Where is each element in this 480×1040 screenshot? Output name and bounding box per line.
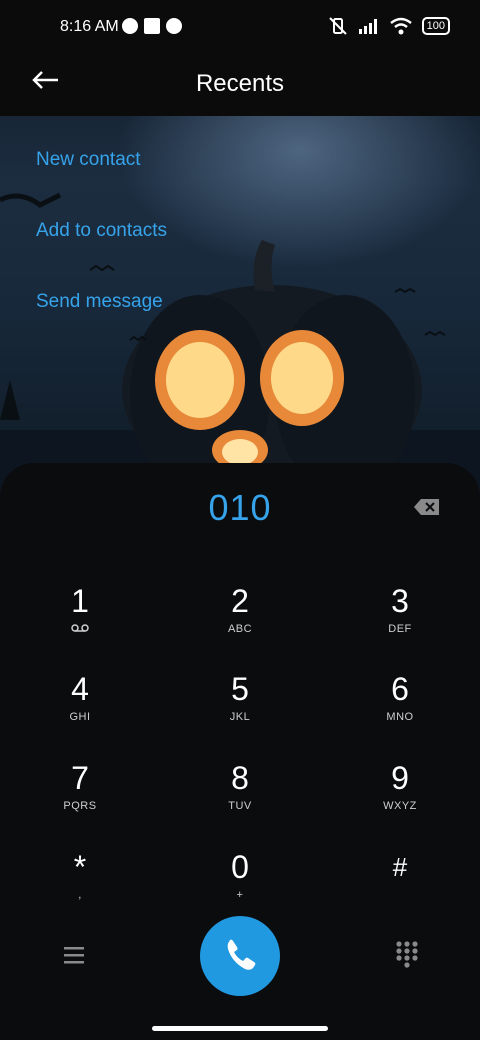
key-digit: 2	[231, 583, 249, 619]
key-hash[interactable]: #	[340, 849, 460, 929]
key-digit: 5	[231, 671, 249, 707]
hamburger-icon[interactable]	[60, 941, 88, 969]
phone-icon	[227, 939, 256, 970]
notification-icons	[122, 18, 182, 34]
key-letters: ,	[78, 889, 82, 901]
app-notification-icon	[122, 18, 138, 34]
key-digit: 9	[391, 760, 409, 796]
key-2[interactable]: 2 ABC	[180, 583, 300, 663]
signal-icon	[358, 19, 377, 34]
key-letters: PQRS	[63, 800, 97, 812]
key-digit: *	[73, 849, 87, 885]
key-digit: 6	[391, 671, 409, 707]
square-notification-icon	[144, 18, 160, 34]
new-contact-link[interactable]: New contact	[36, 149, 141, 171]
home-indicator[interactable]	[152, 1026, 328, 1031]
key-letters: MNO	[386, 711, 414, 723]
key-8[interactable]: 8 TUV	[180, 760, 300, 840]
status-right-icons: 100	[328, 16, 450, 36]
key-digit: 7	[71, 760, 89, 796]
key-1[interactable]: 1	[20, 583, 140, 663]
key-digit: 1	[71, 583, 89, 619]
key-digit: 3	[391, 583, 409, 619]
key-digit: 8	[231, 760, 249, 796]
key-6[interactable]: 6 MNO	[340, 671, 460, 751]
dialer-panel: 010 1 2 ABC 3 DEF 4 GHI 5 JKL 6 MNO 7 PQ…	[0, 463, 480, 1040]
key-letters: TUV	[228, 800, 252, 812]
key-letters: +	[236, 889, 244, 901]
key-letters: JKL	[229, 711, 251, 723]
status-time: 8:16 AM	[60, 18, 119, 35]
battery-indicator: 100	[421, 17, 450, 35]
key-4[interactable]: 4 GHI	[20, 671, 140, 751]
page-title: Recents	[195, 70, 285, 97]
key-letters: GHI	[69, 711, 91, 723]
wifi-icon	[389, 17, 412, 35]
key-digit: 0	[231, 849, 249, 885]
call-button[interactable]	[200, 916, 280, 996]
key-letters: WXYZ	[383, 800, 417, 812]
key-star[interactable]: * ,	[20, 849, 140, 929]
key-7[interactable]: 7 PQRS	[20, 760, 140, 840]
voicemail-icon	[71, 624, 89, 632]
key-digit: 4	[71, 671, 89, 707]
dialed-number: 010	[208, 487, 272, 528]
key-letters: ABC	[227, 623, 253, 635]
keypad-icon[interactable]	[393, 939, 421, 971]
app-bar: Recents	[0, 56, 480, 116]
backspace-icon[interactable]	[413, 498, 441, 516]
send-message-link[interactable]: Send message	[36, 291, 163, 313]
key-letters: DEF	[388, 623, 412, 635]
key-digit: #	[392, 852, 408, 882]
app-notification-icon	[166, 18, 182, 34]
key-3[interactable]: 3 DEF	[340, 583, 460, 663]
vibrate-off-icon	[328, 17, 347, 35]
add-to-contacts-link[interactable]: Add to contacts	[36, 220, 167, 242]
status-bar: 8:16 AM 100	[0, 0, 480, 56]
key-9[interactable]: 9 WXYZ	[340, 760, 460, 840]
key-5[interactable]: 5 JKL	[180, 671, 300, 751]
